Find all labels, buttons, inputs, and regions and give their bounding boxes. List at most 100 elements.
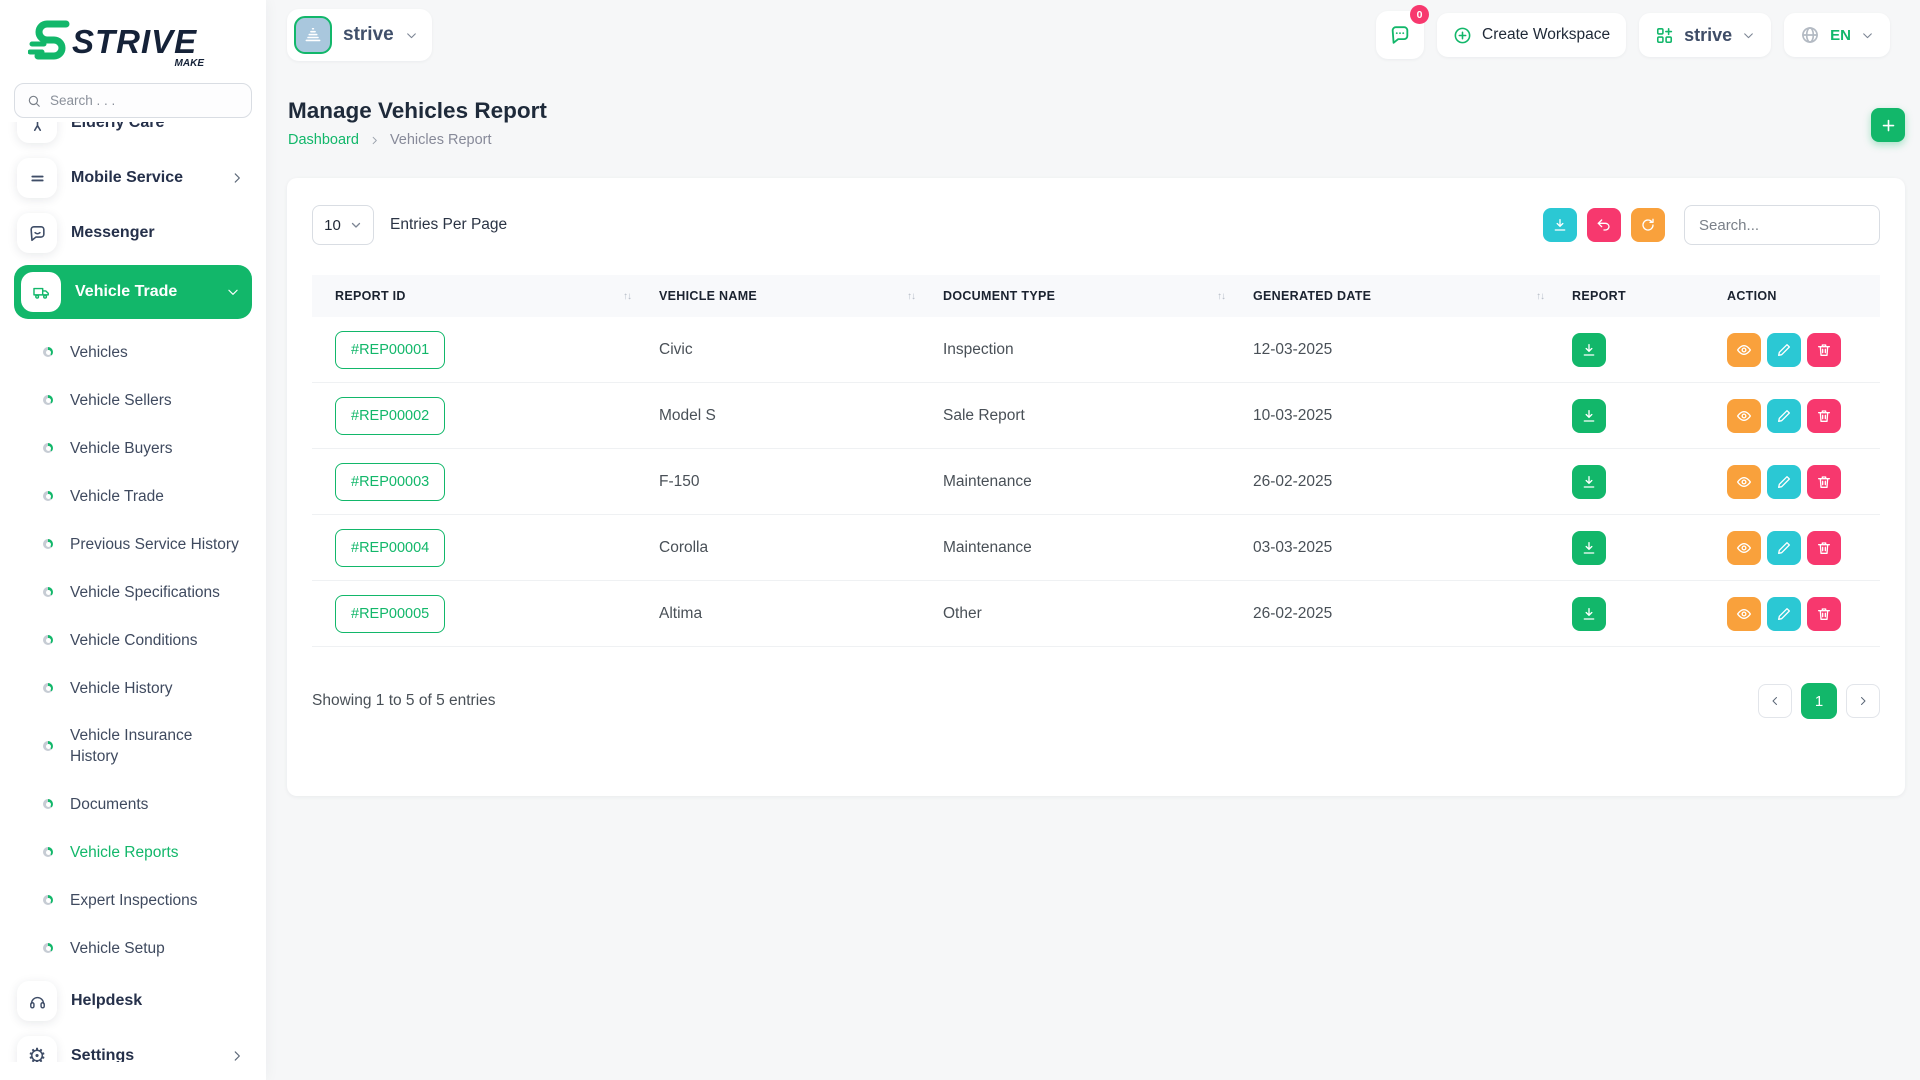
sidebar-subitem-vehicle-buyers[interactable]: Vehicle Buyers: [14, 424, 252, 472]
workspace-name: strive: [343, 24, 394, 46]
sidebar-subitem-vehicle-sellers[interactable]: Vehicle Sellers: [14, 376, 252, 424]
sidebar-item-elderly-care[interactable]: Elderly Care: [14, 122, 252, 146]
sidebar-search-input[interactable]: [50, 93, 239, 108]
subitem-label: Vehicles: [70, 342, 128, 363]
chevron-down-icon: [350, 219, 362, 231]
chevron-right-icon: [369, 135, 380, 146]
subitem-label: Vehicle History: [70, 678, 173, 699]
sidebar-subitem-vehicle-specifications[interactable]: Vehicle Specifications: [14, 568, 252, 616]
entries-value: 10: [324, 217, 341, 234]
delete-button[interactable]: [1807, 399, 1841, 433]
sidebar-item-messenger[interactable]: Messenger: [14, 210, 252, 256]
add-report-button[interactable]: [1871, 108, 1905, 142]
edit-button[interactable]: [1767, 465, 1801, 499]
column-header-vehicle-name[interactable]: VEHICLE NAME ↑↓: [659, 289, 943, 303]
sidebar-item-settings[interactable]: ⚙ Settings: [14, 1033, 252, 1062]
report-id-badge: #REP00001: [335, 331, 445, 369]
sidebar-subitem-vehicle-conditions[interactable]: Vehicle Conditions: [14, 616, 252, 664]
view-button[interactable]: [1727, 465, 1761, 499]
delete-button[interactable]: [1807, 531, 1841, 565]
eye-icon: [1736, 606, 1752, 622]
pencil-icon: [1776, 408, 1792, 424]
view-button[interactable]: [1727, 333, 1761, 367]
undo-button[interactable]: [1587, 208, 1621, 242]
export-button[interactable]: [1543, 208, 1577, 242]
chat-badge: 0: [1410, 5, 1429, 24]
sidebar-item-vehicle-trade[interactable]: Vehicle Trade: [14, 265, 252, 319]
language-selector[interactable]: EN: [1784, 13, 1890, 57]
edit-button[interactable]: [1767, 531, 1801, 565]
sidebar-subitem-documents[interactable]: Documents: [14, 780, 252, 828]
view-button[interactable]: [1727, 597, 1761, 631]
download-report-button[interactable]: [1572, 333, 1606, 367]
brand-name: STRIVE: [72, 22, 197, 62]
column-header-report: REPORT: [1572, 289, 1727, 303]
breadcrumb-dashboard-link[interactable]: Dashboard: [288, 132, 359, 148]
generated-date-cell: 26-02-2025: [1253, 473, 1572, 491]
sidebar-item-helpdesk[interactable]: Helpdesk: [14, 978, 252, 1024]
sort-icon: ↑↓: [907, 291, 915, 302]
entries-per-page-select[interactable]: 10: [312, 205, 374, 245]
org-switcher[interactable]: strive: [1639, 13, 1771, 57]
sidebar-subitem-vehicle-reports[interactable]: Vehicle Reports: [14, 828, 252, 876]
trash-icon: [1816, 606, 1832, 622]
edit-button[interactable]: [1767, 399, 1801, 433]
download-report-button[interactable]: [1572, 465, 1606, 499]
refresh-icon: [1640, 217, 1656, 233]
sidebar-subitem-vehicle-insurance-history[interactable]: Vehicle Insurance History: [14, 712, 252, 780]
sidebar-item-label: Mobile Service: [71, 169, 183, 187]
generated-date-cell: 03-03-2025: [1253, 539, 1572, 557]
report-id-badge: #REP00005: [335, 595, 445, 633]
pagination-next-button[interactable]: [1846, 684, 1880, 718]
report-id-badge: #REP00003: [335, 463, 445, 501]
chevron-right-icon: [230, 171, 244, 185]
sidebar-item-label: Elderly Care: [71, 122, 164, 132]
subitem-label: Previous Service History: [70, 534, 239, 555]
edit-button[interactable]: [1767, 333, 1801, 367]
chevron-right-icon: [1857, 695, 1869, 707]
sort-icon: ↑↓: [623, 291, 631, 302]
create-workspace-button[interactable]: Create Workspace: [1437, 13, 1626, 57]
subitem-label: Vehicle Sellers: [70, 390, 172, 411]
edit-button[interactable]: [1767, 597, 1801, 631]
refresh-button[interactable]: [1631, 208, 1665, 242]
sidebar-subitem-vehicle-setup[interactable]: Vehicle Setup: [14, 924, 252, 972]
sidebar-subitem-previous-service-history[interactable]: Previous Service History: [14, 520, 252, 568]
download-report-button[interactable]: [1572, 399, 1606, 433]
reports-table: REPORT ID ↑↓ VEHICLE NAME ↑↓ DOCUMENT TY…: [287, 275, 1905, 647]
chat-button[interactable]: 0: [1376, 11, 1424, 59]
ring-icon: [43, 895, 53, 905]
ring-icon: [43, 443, 53, 453]
pagination-page-1[interactable]: 1: [1801, 683, 1837, 719]
column-header-document-type[interactable]: DOCUMENT TYPE ↑↓: [943, 289, 1253, 303]
delete-button[interactable]: [1807, 597, 1841, 631]
topbar-actions: 0 Create Workspace strive EN: [1376, 9, 1890, 61]
sidebar-item-mobile-service[interactable]: Mobile Service: [14, 155, 252, 201]
delete-button[interactable]: [1807, 333, 1841, 367]
sidebar-subitem-vehicle-history[interactable]: Vehicle History: [14, 664, 252, 712]
chevron-down-icon: [1742, 29, 1755, 42]
sidebar-subitem-expert-inspections[interactable]: Expert Inspections: [14, 876, 252, 924]
column-header-report-id[interactable]: REPORT ID ↑↓: [312, 289, 659, 303]
column-header-generated-date[interactable]: GENERATED DATE ↑↓: [1253, 289, 1572, 303]
table-search-input[interactable]: [1684, 205, 1880, 245]
sidebar-search[interactable]: [14, 83, 252, 118]
delete-button[interactable]: [1807, 465, 1841, 499]
vehicle-name-cell: Corolla: [659, 539, 943, 557]
download-report-button[interactable]: [1572, 597, 1606, 631]
pagination-prev-button[interactable]: [1758, 684, 1792, 718]
pencil-icon: [1776, 342, 1792, 358]
workspace-switcher[interactable]: strive: [287, 9, 432, 61]
sidebar-subitem-vehicle-trade[interactable]: Vehicle Trade: [14, 472, 252, 520]
subitem-label: Vehicle Insurance History: [70, 725, 220, 767]
view-button[interactable]: [1727, 399, 1761, 433]
table-row: #REP00004 Corolla Maintenance 03-03-2025: [312, 515, 1880, 581]
ring-icon: [43, 491, 53, 501]
subitem-label: Vehicle Setup: [70, 938, 165, 959]
ring-icon: [43, 539, 53, 549]
view-button[interactable]: [1727, 531, 1761, 565]
org-name: strive: [1684, 25, 1732, 46]
sidebar-subitem-vehicles[interactable]: Vehicles: [14, 328, 252, 376]
download-report-button[interactable]: [1572, 531, 1606, 565]
brand-logo[interactable]: STRIVE MAKE: [0, 0, 210, 69]
